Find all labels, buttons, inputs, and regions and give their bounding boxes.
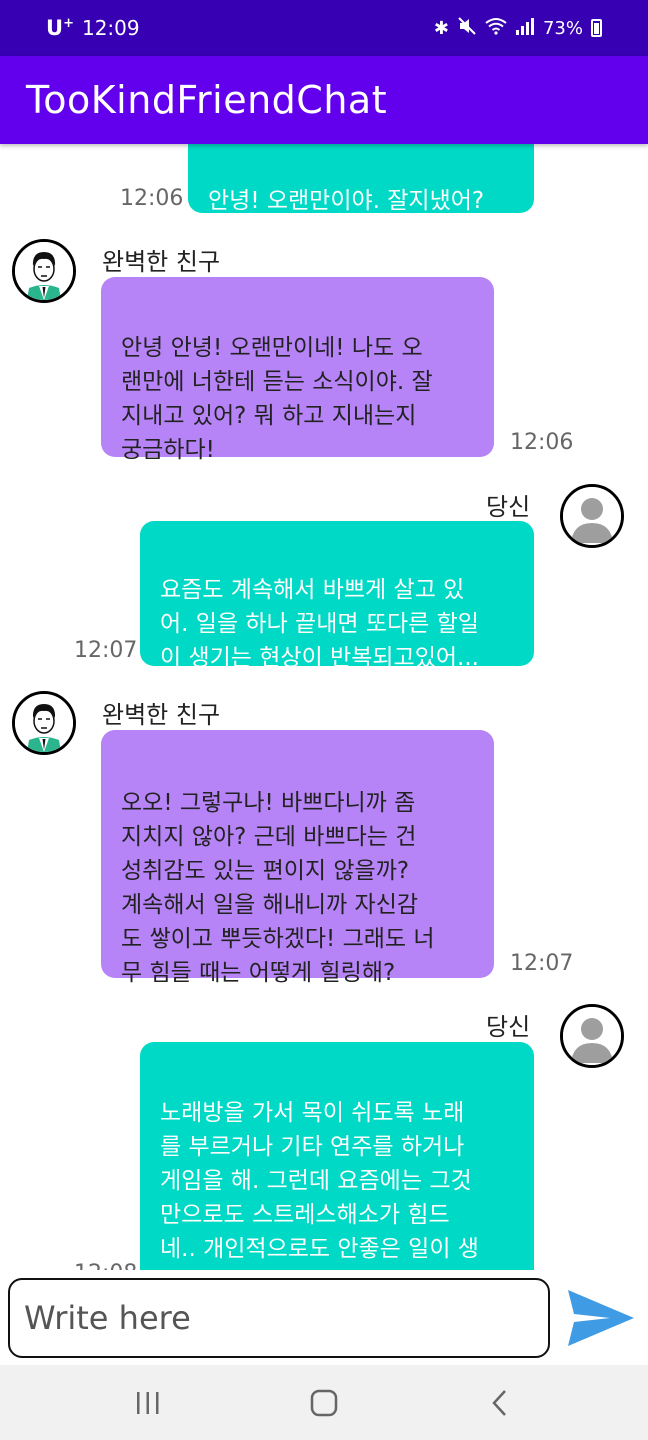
my-message-bubble: 안녕! 오랜만이야. 잘지냈어?	[188, 144, 534, 214]
status-time: 12:09	[81, 16, 140, 40]
system-nav-bar	[0, 1365, 648, 1440]
friend-avatar-icon	[15, 694, 73, 752]
friend-message-bubble: 안녕 안녕! 오랜만이네! 나도 오 랜만에 너한테 듣는 소식이야. 잘 지내…	[101, 277, 494, 463]
carrier-label: U+	[46, 16, 74, 40]
chat-list[interactable]: 안녕! 오랜만이야. 잘지냈어? 12:06 완벽한 친구 안녕 안녕! 오랜만…	[0, 144, 648, 1270]
app-title: TooKindFriendChat	[26, 78, 388, 122]
message-text: 요즘도 계속해서 바쁘게 살고 있 어. 일을 하나 끝내면 또다른 할일 이 …	[160, 577, 479, 671]
message-time: 12:08	[74, 1261, 137, 1270]
wifi-icon	[485, 17, 507, 40]
send-icon	[568, 1290, 634, 1346]
message-text: 노래방을 가서 목이 쉬도록 노래 를 부르거나 기타 연주를 하거나 게임을 …	[160, 1100, 479, 1262]
status-right: ✱ 73%	[434, 16, 602, 41]
friend-avatar[interactable]	[12, 691, 76, 755]
sender-name: 완벽한 친구	[102, 701, 221, 729]
sender-name: 당신	[486, 493, 531, 521]
my-avatar[interactable]	[560, 484, 624, 548]
app-bar: TooKindFriendChat	[0, 56, 648, 144]
back-icon	[492, 1389, 506, 1416]
message-time: 12:06	[510, 430, 574, 455]
back-button[interactable]	[470, 1373, 530, 1433]
recent-apps-button[interactable]	[118, 1373, 178, 1433]
friend-message-bubble: 오오! 그렇구나! 바쁘다니까 좀 지치지 않아? 근데 바쁘다는 건 성취감도…	[101, 730, 494, 986]
my-message-bubble: 노래방을 가서 목이 쉬도록 노래 를 부르거나 기타 연주를 하거나 게임을 …	[140, 1042, 534, 1270]
home-icon	[310, 1389, 338, 1416]
message-time: 12:07	[510, 951, 574, 976]
composer	[0, 1270, 648, 1365]
sender-name: 완벽한 친구	[102, 248, 221, 276]
message-time: 12:06	[120, 186, 184, 211]
home-button[interactable]	[294, 1373, 354, 1433]
recent-apps-icon	[137, 1391, 159, 1414]
message-text: 안녕 안녕! 오랜만이네! 나도 오 랜만에 너한테 듣는 소식이야. 잘 지내…	[121, 335, 433, 463]
battery-icon	[591, 19, 602, 37]
my-avatar[interactable]	[560, 1004, 624, 1068]
message-input[interactable]	[8, 1278, 550, 1358]
my-message-bubble: 요즘도 계속해서 바쁘게 살고 있 어. 일을 하나 끝내면 또다른 할일 이 …	[140, 521, 534, 671]
default-user-icon	[563, 487, 621, 545]
status-bar: U+ 12:09 ✱ 73%	[0, 0, 648, 56]
message-text: 안녕! 오랜만이야. 잘지냈어?	[208, 188, 485, 214]
bluetooth-icon: ✱	[433, 17, 449, 39]
friend-avatar[interactable]	[12, 239, 76, 303]
default-user-icon	[563, 1007, 621, 1065]
status-left: U+ 12:09	[46, 16, 140, 40]
battery-percent: 73%	[542, 17, 583, 39]
mute-icon	[457, 16, 477, 41]
send-button[interactable]	[566, 1288, 642, 1348]
message-time: 12:07	[74, 638, 138, 663]
message-text: 오오! 그렇구나! 바쁘다니까 좀 지치지 않아? 근데 바쁘다는 건 성취감도…	[121, 790, 435, 986]
sender-name: 당신	[486, 1013, 531, 1041]
friend-avatar-icon	[15, 242, 73, 300]
signal-icon	[515, 17, 535, 40]
